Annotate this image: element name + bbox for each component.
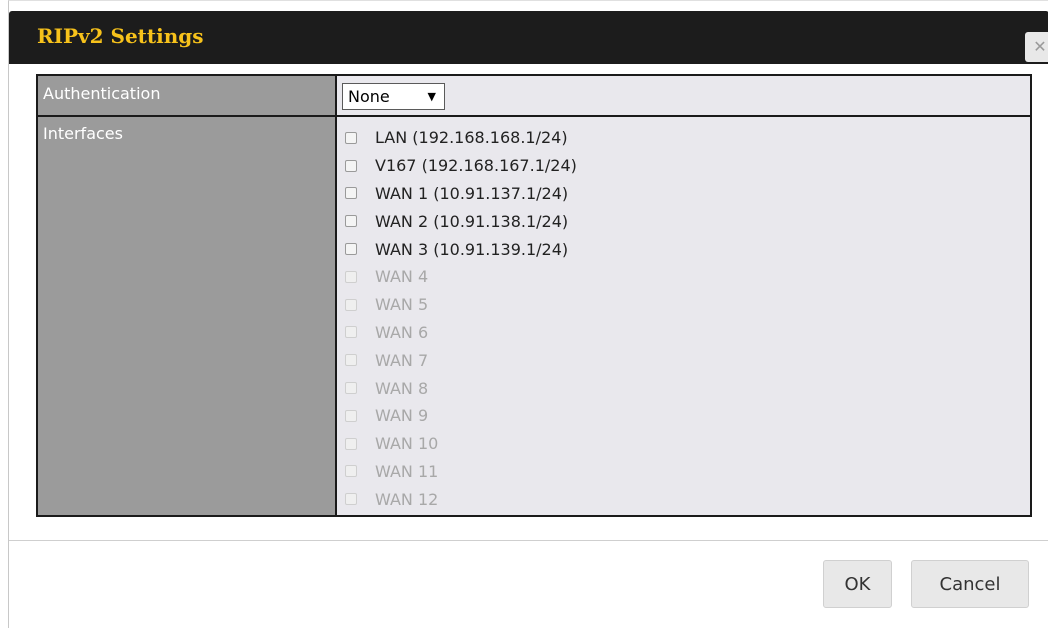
authentication-select-value: None bbox=[348, 87, 390, 106]
interface-label: WAN 1 (10.91.137.1/24) bbox=[375, 183, 569, 203]
close-icon[interactable]: ✕ bbox=[1025, 32, 1048, 62]
authentication-select[interactable]: None ▼ bbox=[342, 83, 445, 110]
interface-checkbox bbox=[345, 298, 357, 311]
interface-checkbox bbox=[345, 326, 357, 339]
interface-label: WAN 8 bbox=[375, 378, 429, 398]
interface-item: WAN 12 bbox=[345, 485, 577, 513]
interfaces-label: Interfaces bbox=[43, 124, 123, 143]
interface-item: WAN 11 bbox=[345, 458, 577, 486]
interface-label: WAN 12 bbox=[375, 489, 439, 509]
row-divider bbox=[38, 115, 1030, 117]
interface-checkbox[interactable] bbox=[345, 243, 357, 256]
interface-checkbox[interactable] bbox=[345, 187, 357, 200]
interface-label: LAN (192.168.168.1/24) bbox=[375, 128, 568, 148]
interface-checkbox bbox=[345, 465, 357, 478]
interface-label: WAN 3 (10.91.139.1/24) bbox=[375, 239, 569, 259]
interface-label: V167 (192.168.167.1/24) bbox=[375, 156, 577, 176]
authentication-label: Authentication bbox=[43, 84, 161, 103]
dropdown-arrow-icon: ▼ bbox=[427, 90, 436, 103]
footer-divider bbox=[9, 540, 1048, 541]
interface-item: WAN 6 bbox=[345, 319, 577, 347]
dialog-titlebar: RIPv2 Settings ✕ bbox=[9, 11, 1048, 64]
interface-label: WAN 2 (10.91.138.1/24) bbox=[375, 211, 569, 231]
interface-checkbox bbox=[345, 493, 357, 506]
interface-item: WAN 8 bbox=[345, 374, 577, 402]
ripv2-settings-dialog: RIPv2 Settings ✕ Authentication None ▼ I… bbox=[8, 0, 1048, 628]
interface-item[interactable]: V167 (192.168.167.1/24) bbox=[345, 152, 577, 180]
interface-label: WAN 5 bbox=[375, 295, 429, 315]
interface-label: WAN 4 bbox=[375, 267, 429, 287]
interface-label: WAN 11 bbox=[375, 461, 439, 481]
ok-button[interactable]: OK bbox=[823, 560, 892, 608]
interface-item: WAN 7 bbox=[345, 346, 577, 374]
cancel-button[interactable]: Cancel bbox=[911, 560, 1029, 608]
interface-checkbox bbox=[345, 270, 357, 283]
interface-item: WAN 9 bbox=[345, 402, 577, 430]
interface-item[interactable]: WAN 2 (10.91.138.1/24) bbox=[345, 207, 577, 235]
interface-label: WAN 9 bbox=[375, 406, 429, 426]
interface-checkbox[interactable] bbox=[345, 131, 357, 144]
interface-label: WAN 6 bbox=[375, 322, 429, 342]
interface-label: WAN 10 bbox=[375, 434, 439, 454]
interface-label: WAN 7 bbox=[375, 350, 429, 370]
interface-checkbox[interactable] bbox=[345, 215, 357, 228]
interface-checkbox[interactable] bbox=[345, 159, 357, 172]
interface-checkbox bbox=[345, 354, 357, 367]
interface-item: WAN 5 bbox=[345, 291, 577, 319]
interface-item: WAN 4 bbox=[345, 263, 577, 291]
dialog-title: RIPv2 Settings bbox=[37, 24, 204, 48]
interface-checkbox bbox=[345, 437, 357, 450]
interface-item[interactable]: WAN 3 (10.91.139.1/24) bbox=[345, 235, 577, 263]
interfaces-list: LAN (192.168.168.1/24) V167 (192.168.167.… bbox=[345, 124, 577, 513]
interface-item: WAN 10 bbox=[345, 430, 577, 458]
interface-item[interactable]: WAN 1 (10.91.137.1/24) bbox=[345, 180, 577, 208]
interface-checkbox bbox=[345, 409, 357, 422]
interface-item[interactable]: LAN (192.168.168.1/24) bbox=[345, 124, 577, 152]
interface-checkbox bbox=[345, 382, 357, 395]
settings-table: Authentication None ▼ Interfaces LAN (19… bbox=[36, 74, 1032, 517]
